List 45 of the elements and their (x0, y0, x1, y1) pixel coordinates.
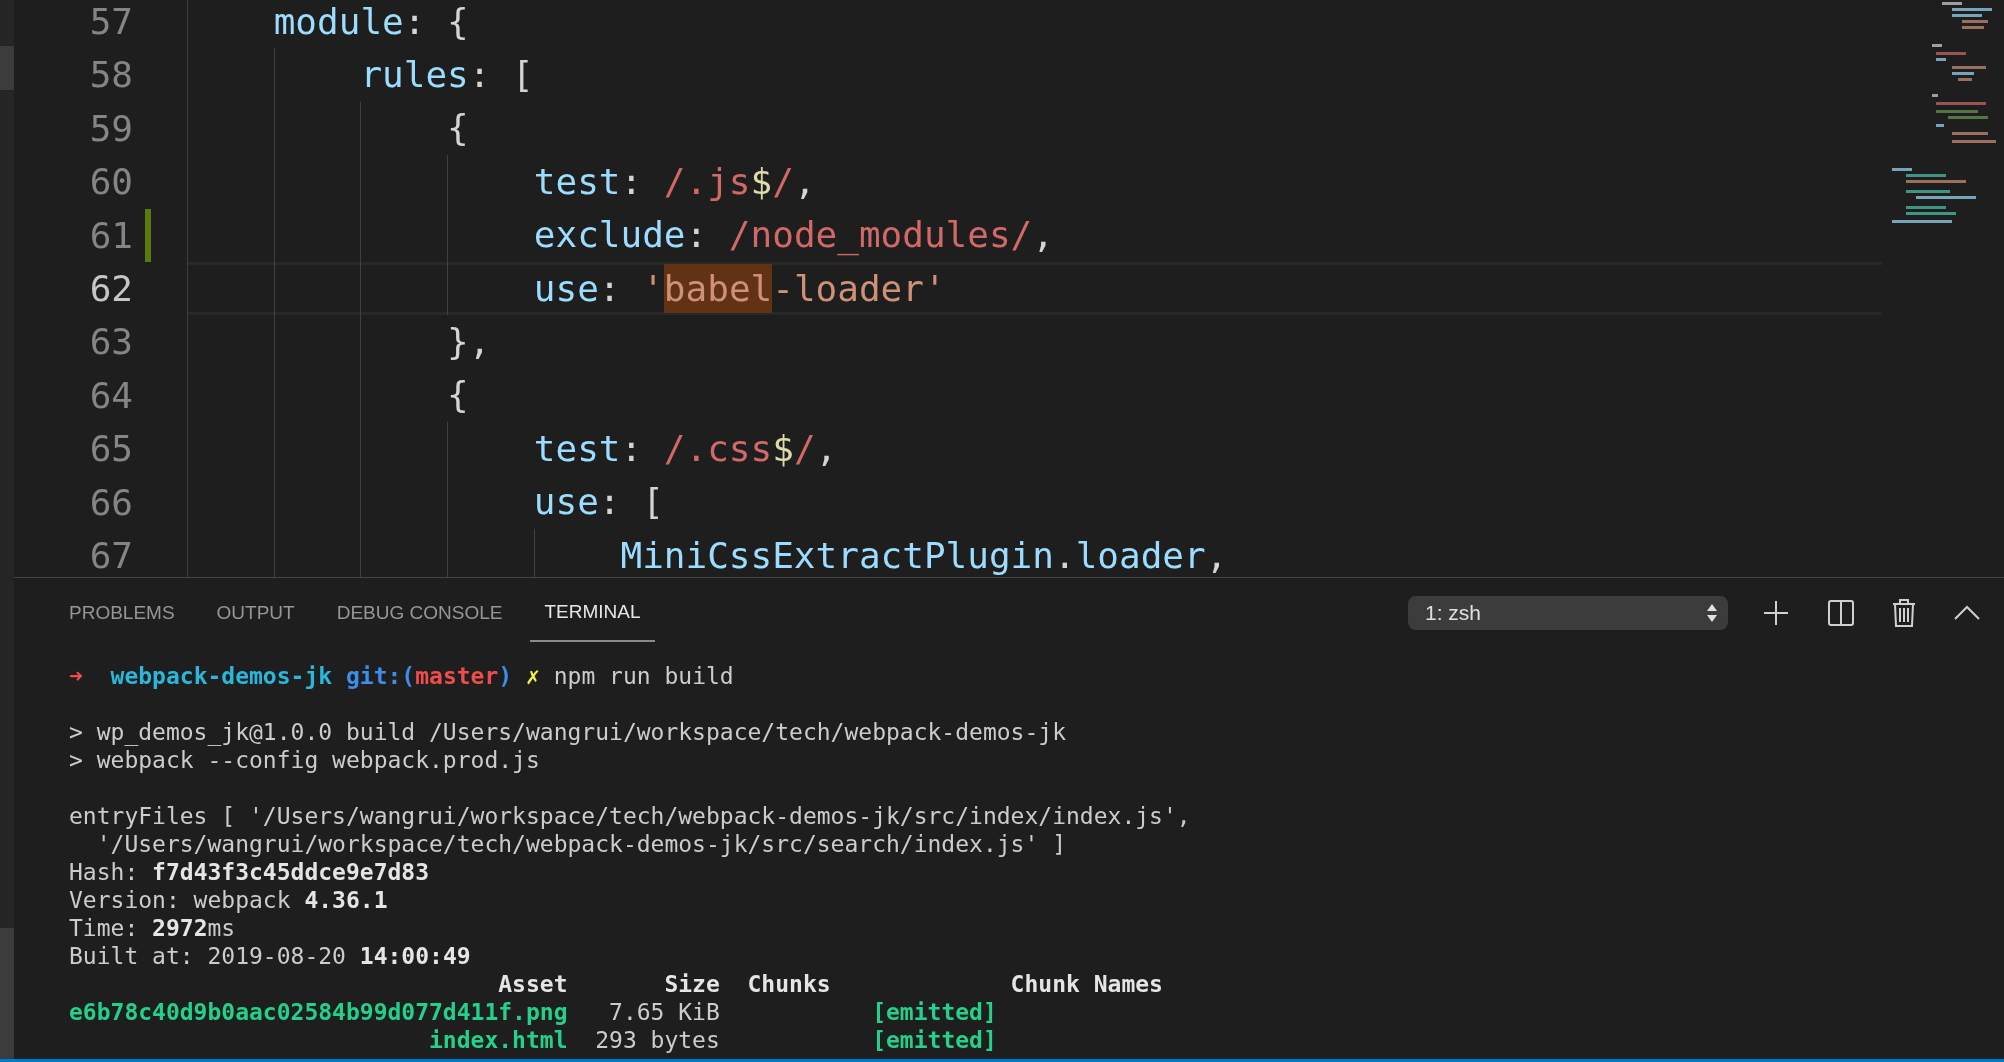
terminal-select[interactable]: 1: zsh (1408, 596, 1728, 630)
split-icon[interactable] (1828, 600, 1854, 626)
code-line: rules: [ (359, 53, 534, 98)
terminal-line: Asset Size Chunks Chunk Names (497, 970, 1164, 998)
plus-icon[interactable] (1762, 599, 1790, 627)
chevron-up-icon[interactable] (1954, 605, 1980, 621)
line-number: 63 (88, 320, 133, 365)
code-line: test: /.js$/, (532, 159, 816, 204)
line-number: 66 (88, 480, 133, 525)
sort-arrows-icon (1706, 602, 1718, 624)
code-line: module: { (272, 0, 469, 44)
panel-tab[interactable]: PROBLEMS (55, 578, 189, 648)
terminal-line: Version: webpack 4.36.1 (69, 886, 389, 914)
terminal-line: index.html 293 bytes [emitted] (428, 1026, 998, 1054)
scroll-thumb (0, 46, 14, 90)
panel-tab[interactable]: DEBUG CONSOLE (322, 578, 517, 648)
terminal-line: Hash: f7d43f3c45ddce9e7d83 (69, 858, 431, 886)
terminal-line: e6b78c40d9b0aac02584b99d077d411f.png 7.65 KiB [emitted] (69, 998, 998, 1026)
line-number: 58 (88, 53, 133, 98)
line-number: 62 (88, 266, 133, 311)
terminal-line: Built at: 2019-08-20 14:00:49 (69, 942, 472, 970)
code-line: use: [ (532, 480, 664, 525)
panel-tab[interactable]: OUTPUT (202, 578, 309, 648)
code-line: }, (446, 320, 491, 365)
code-line: use: 'babel-loader' (187, 266, 946, 311)
line-number: 65 (88, 427, 133, 472)
terminal-line: '/Users/wangrui/workspace/tech/webpack-demos-jk/src/search/index.js' ] (95, 830, 1067, 858)
line-number: 57 (88, 0, 133, 44)
code-line: { (446, 106, 469, 151)
line-number: 67 (88, 533, 133, 577)
line-number: 64 (88, 373, 133, 418)
terminal-line: entryFiles [ '/Users/wangrui/workspace/tech/webpack-demos-jk/src/index/index.js', (69, 802, 1192, 830)
code-line: test: /.css$/, (532, 426, 838, 471)
terminal-line: > wp_demos_jk@1.0.0 build /Users/wangrui/workspace/tech/webpack-demos-jk (69, 718, 1067, 746)
line-number: 61 (88, 213, 133, 258)
code-line: MiniCssExtractPlugin.loader, (619, 533, 1228, 577)
trash-icon[interactable] (1892, 599, 1916, 627)
panel-tab[interactable]: TERMINAL (530, 582, 655, 642)
terminal-line: > webpack --config webpack.prod.js (69, 746, 541, 774)
line-number: 59 (88, 106, 133, 151)
line-number: 60 (88, 160, 133, 205)
terminal-line: Time: 2972ms (69, 914, 237, 942)
code-line: { (446, 373, 469, 418)
terminal-line: ➜ webpack-demos-jk git:(master) ✗ npm run build (69, 662, 735, 690)
code-line: exclude: /node_modules/, (532, 213, 1054, 258)
